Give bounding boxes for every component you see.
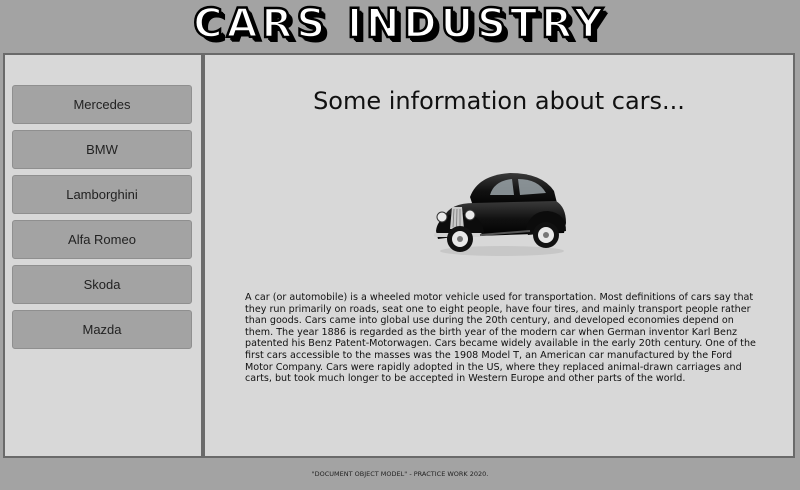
page-title: Some information about cars... [313,87,685,115]
sidebar-item-bmw[interactable]: BMW [12,130,192,169]
vintage-car-icon [430,167,570,259]
sidebar-item-lamborghini[interactable]: Lamborghini [12,175,192,214]
site-logo: CARS INDUSTRY [192,1,607,47]
sidebar-nav: Mercedes BMW Lamborghini Alfa Romeo Skod… [3,53,203,458]
main-content: Some information about cars... A car (or… [203,53,795,458]
sidebar-item-mercedes[interactable]: Mercedes [12,85,192,124]
car-description: A car (or automobile) is a wheeled motor… [245,292,756,385]
site-header: CARS INDUSTRY [0,0,800,52]
sidebar-item-mazda[interactable]: Mazda [12,310,192,349]
footer-text: "DOCUMENT OBJECT MODEL" - PRACTICE WORK … [311,470,489,478]
sidebar-item-alfa-romeo[interactable]: Alfa Romeo [12,220,192,259]
sidebar-item-skoda[interactable]: Skoda [12,265,192,304]
page-footer: "DOCUMENT OBJECT MODEL" - PRACTICE WORK … [0,458,800,490]
